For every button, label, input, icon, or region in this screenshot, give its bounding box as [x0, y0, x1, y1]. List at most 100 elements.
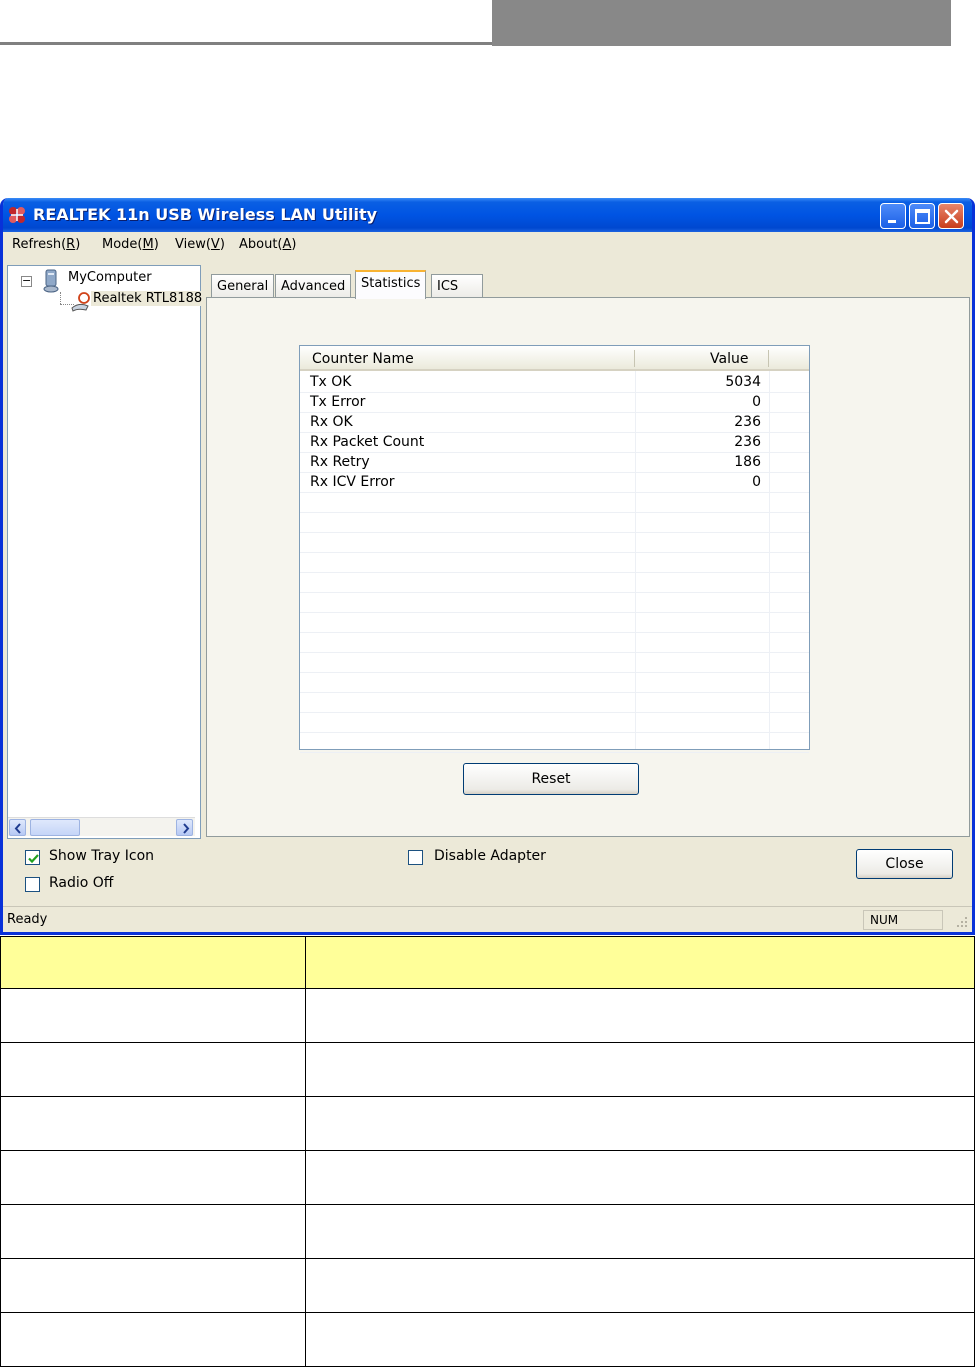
counter-value: 0	[752, 474, 761, 490]
counter-value: 236	[734, 414, 761, 430]
empty-table-row	[300, 593, 809, 613]
empty-table-row	[300, 533, 809, 553]
app-network-icon	[9, 207, 25, 223]
column-separator[interactable]	[768, 350, 769, 367]
table-cell	[0, 1204, 306, 1259]
tab-general[interactable]: General	[211, 274, 275, 298]
table-cell	[0, 988, 306, 1043]
disable-adapter-label[interactable]: Disable Adapter	[434, 848, 546, 864]
table-cell	[0, 1258, 306, 1313]
table-row[interactable]: Tx Error 0	[300, 393, 809, 413]
counter-value: 5034	[725, 374, 761, 390]
chevron-right-icon	[183, 823, 190, 834]
close-button[interactable]: Close	[856, 849, 953, 879]
close-icon	[944, 209, 959, 224]
scroll-right-button[interactable]	[176, 819, 193, 836]
tree-collapse-toggle[interactable]: −	[21, 275, 32, 287]
table-row[interactable]: Rx Retry 186	[300, 453, 809, 473]
table-row[interactable]: Rx Packet Count 236	[300, 433, 809, 453]
empty-table-row	[300, 573, 809, 593]
scroll-thumb[interactable]	[30, 819, 80, 836]
table-row	[0, 1096, 975, 1151]
empty-table-row	[300, 513, 809, 533]
title-bar[interactable]: REALTEK 11n USB Wireless LAN Utility	[3, 198, 972, 232]
table-row	[0, 1258, 975, 1313]
counter-name: Rx Packet Count	[310, 434, 425, 450]
tab-advanced[interactable]: Advanced	[275, 274, 352, 298]
show-tray-icon-label[interactable]: Show Tray Icon	[49, 848, 154, 864]
column-header-value[interactable]: Value	[710, 351, 748, 367]
table-row	[0, 1150, 975, 1205]
tree-connector	[60, 292, 61, 304]
statistics-list[interactable]: Counter Name Value Tx OK 5034 Tx Error 0 R…	[299, 345, 810, 753]
table-cell	[305, 1042, 975, 1097]
menu-about[interactable]: About(A)	[239, 237, 297, 252]
table-cell	[0, 1312, 306, 1367]
num-lock-indicator: NUM	[863, 910, 943, 930]
empty-table-row	[300, 733, 809, 753]
show-tray-icon-checkbox[interactable]	[25, 850, 40, 865]
empty-table-row	[300, 613, 809, 633]
maximize-icon	[915, 209, 930, 224]
column-separator[interactable]	[634, 350, 635, 367]
tree-item-adapter[interactable]: Realtek RTL8188	[91, 291, 205, 306]
radio-off-label[interactable]: Radio Off	[49, 875, 113, 891]
menu-mode[interactable]: Mode(M)	[102, 237, 159, 252]
computer-icon	[43, 269, 59, 293]
empty-table-row	[300, 673, 809, 693]
table-cell	[0, 1042, 306, 1097]
tab-ics[interactable]: ICS	[431, 274, 483, 298]
close-window-button[interactable]	[938, 203, 964, 229]
column-header-counter-name[interactable]: Counter Name	[312, 351, 414, 367]
table-cell	[305, 1150, 975, 1205]
page-header-bar	[492, 0, 951, 46]
table-row[interactable]: Rx OK 236	[300, 413, 809, 433]
device-tree[interactable]: − MyComputer Realtek RTL8188	[7, 265, 205, 839]
empty-table-row	[300, 633, 809, 653]
table-cell	[305, 988, 975, 1043]
maximize-button[interactable]	[909, 203, 935, 229]
counter-name: Rx OK	[310, 414, 353, 430]
table-cell	[0, 1150, 306, 1205]
chevron-left-icon	[14, 823, 21, 834]
minimize-icon	[888, 220, 896, 223]
table-row	[0, 1312, 975, 1367]
radio-off-checkbox[interactable]	[25, 877, 40, 892]
empty-table-row	[300, 653, 809, 673]
description-table	[0, 936, 975, 1367]
status-text: Ready	[7, 912, 48, 927]
tree-horizontal-scrollbar[interactable]	[8, 817, 195, 836]
disable-adapter-checkbox[interactable]	[408, 850, 423, 865]
counter-name: Tx OK	[310, 374, 352, 390]
table-header-cell	[0, 936, 306, 989]
resize-grip-icon[interactable]	[955, 915, 969, 929]
table-header-cell	[305, 936, 975, 989]
reset-button[interactable]: Reset	[463, 763, 639, 795]
empty-table-row	[300, 713, 809, 733]
table-row[interactable]: Tx OK 5034	[300, 373, 809, 393]
tab-statistics[interactable]: Statistics	[355, 270, 427, 299]
minimize-button[interactable]	[880, 203, 906, 229]
table-cell	[305, 1096, 975, 1151]
menu-bar: Refresh(R) Mode(M) View(V) About(A)	[3, 232, 972, 258]
table-cell	[0, 1096, 306, 1151]
app-window: REALTEK 11n USB Wireless LAN Utility Ref…	[0, 198, 975, 935]
table-cell	[305, 1312, 975, 1367]
scroll-left-button[interactable]	[9, 819, 26, 836]
list-header: Counter Name Value	[300, 346, 809, 371]
counter-value: 236	[734, 434, 761, 450]
menu-refresh[interactable]: Refresh(R)	[12, 237, 80, 252]
counter-name: Tx Error	[310, 394, 366, 410]
empty-table-row	[300, 553, 809, 573]
menu-view[interactable]: View(V)	[175, 237, 225, 252]
table-row	[0, 1204, 975, 1259]
tree-item-mycomputer[interactable]: MyComputer	[68, 270, 152, 285]
status-bar: Ready NUM	[3, 906, 972, 932]
counter-name: Rx Retry	[310, 454, 370, 470]
table-row[interactable]: Rx ICV Error 0	[300, 473, 809, 493]
counter-value: 186	[734, 454, 761, 470]
empty-table-row	[300, 493, 809, 513]
empty-table-row	[300, 693, 809, 713]
table-row	[0, 1042, 975, 1097]
page-header-rule	[0, 42, 492, 45]
